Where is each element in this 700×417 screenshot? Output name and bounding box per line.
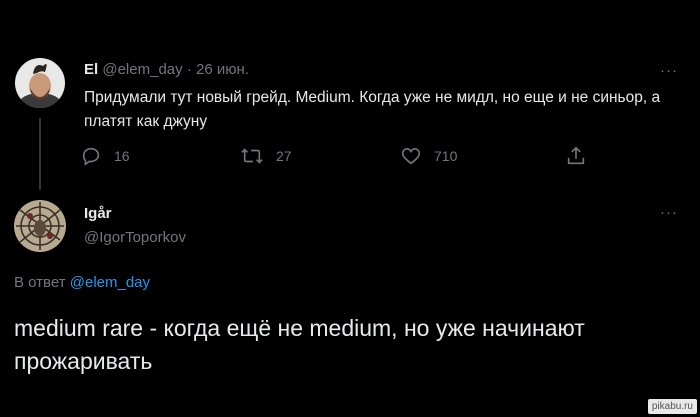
tweet-text: Придумали тут новый грейд. Medium. Когда… — [84, 89, 661, 130]
watermark: pikabu.ru — [647, 399, 697, 414]
author-avatar[interactable] — [15, 58, 65, 108]
retweet-icon — [240, 145, 264, 167]
reply-prefix: В ответ — [14, 274, 66, 291]
tweet-date[interactable]: 26 июн. — [196, 61, 249, 78]
tweet-header: El @elem_day · 26 июн. — [84, 61, 249, 78]
like-button[interactable]: 710 — [400, 145, 457, 167]
tweet-text: medium rare - когда ещё не medium, но уж… — [14, 315, 585, 374]
reply-to-link[interactable]: @elem_day — [70, 274, 150, 291]
reply-button[interactable]: 16 — [80, 145, 130, 167]
more-icon[interactable]: ··· — [660, 205, 678, 220]
thread-connector — [39, 118, 41, 190]
heart-icon — [400, 145, 422, 167]
reply-icon — [80, 145, 102, 167]
header-separator: · — [186, 61, 192, 78]
author-name[interactable]: Igår — [84, 205, 112, 222]
author-avatar[interactable] — [14, 200, 66, 252]
tweet-actions: 16 27 710 — [80, 145, 600, 169]
share-icon — [565, 145, 587, 167]
share-button[interactable] — [565, 145, 587, 167]
author-name[interactable]: El — [84, 61, 98, 78]
retweet-button[interactable]: 27 — [240, 145, 292, 167]
like-count: 710 — [434, 148, 458, 164]
retweet-count: 27 — [276, 148, 292, 164]
more-icon[interactable]: ··· — [660, 63, 678, 78]
author-handle[interactable]: @elem_day — [102, 61, 182, 78]
reply-count: 16 — [114, 148, 130, 164]
author-handle[interactable]: @IgorToporkov — [84, 229, 186, 246]
reply-context: В ответ @elem_day — [14, 274, 150, 291]
